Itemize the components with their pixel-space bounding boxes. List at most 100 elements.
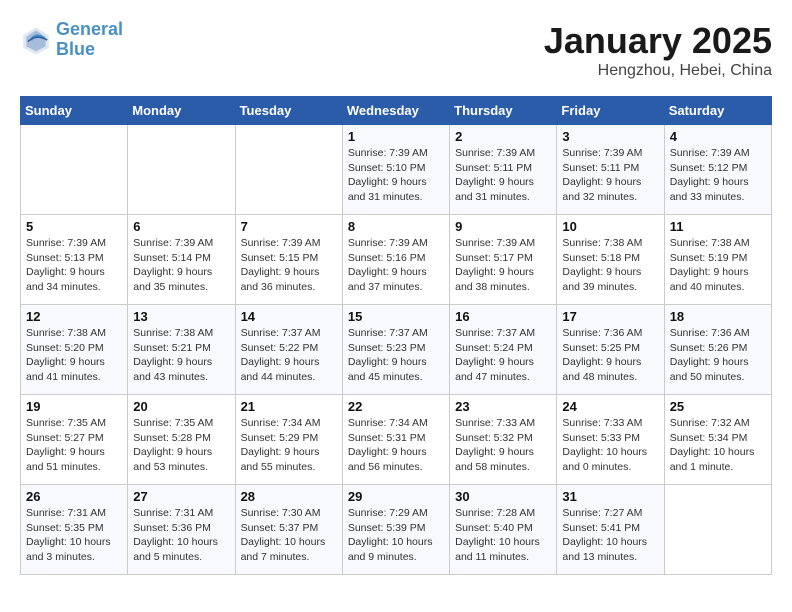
day-detail: Sunrise: 7:39 AM Sunset: 5:14 PM Dayligh…: [133, 236, 229, 295]
header-tuesday: Tuesday: [235, 97, 342, 125]
empty-cell: [664, 485, 771, 575]
day-number: 18: [670, 309, 766, 324]
calendar-table: SundayMondayTuesdayWednesdayThursdayFrid…: [20, 96, 772, 575]
day-detail: Sunrise: 7:35 AM Sunset: 5:27 PM Dayligh…: [26, 416, 122, 475]
day-cell-19: 19 Sunrise: 7:35 AM Sunset: 5:27 PM Dayli…: [21, 395, 128, 485]
day-cell-29: 29 Sunrise: 7:29 AM Sunset: 5:39 PM Dayli…: [342, 485, 449, 575]
day-cell-22: 22 Sunrise: 7:34 AM Sunset: 5:31 PM Dayli…: [342, 395, 449, 485]
day-number: 19: [26, 399, 122, 414]
day-number: 20: [133, 399, 229, 414]
day-detail: Sunrise: 7:34 AM Sunset: 5:31 PM Dayligh…: [348, 416, 444, 475]
logo-text: General Blue: [56, 20, 123, 60]
day-detail: Sunrise: 7:39 AM Sunset: 5:13 PM Dayligh…: [26, 236, 122, 295]
day-cell-23: 23Sunrise: 7:33 AM Sunset: 5:32 PM Dayli…: [450, 395, 557, 485]
header-wednesday: Wednesday: [342, 97, 449, 125]
day-cell-15: 15Sunrise: 7:37 AM Sunset: 5:23 PM Dayli…: [342, 305, 449, 395]
header-sunday: Sunday: [21, 97, 128, 125]
day-cell-20: 20 Sunrise: 7:35 AM Sunset: 5:28 PM Dayli…: [128, 395, 235, 485]
day-cell-26: 26 Sunrise: 7:31 AM Sunset: 5:35 PM Dayli…: [21, 485, 128, 575]
day-number: 3: [562, 129, 658, 144]
title-block: January 2025 Hengzhou, Hebei, China: [544, 20, 772, 80]
day-cell-25: 25 Sunrise: 7:32 AM Sunset: 5:34 PM Dayli…: [664, 395, 771, 485]
day-number: 12: [26, 309, 122, 324]
day-cell-14: 14 Sunrise: 7:37 AM Sunset: 5:22 PM Dayli…: [235, 305, 342, 395]
header-monday: Monday: [128, 97, 235, 125]
day-number: 21: [241, 399, 337, 414]
day-number: 5: [26, 219, 122, 234]
day-cell-21: 21 Sunrise: 7:34 AM Sunset: 5:29 PM Dayli…: [235, 395, 342, 485]
logo: General Blue: [20, 20, 123, 60]
day-cell-18: 18Sunrise: 7:36 AM Sunset: 5:26 PM Dayli…: [664, 305, 771, 395]
day-cell-4: 4Sunrise: 7:39 AM Sunset: 5:12 PM Daylig…: [664, 125, 771, 215]
day-number: 7: [241, 219, 337, 234]
day-number: 29: [348, 489, 444, 504]
day-detail: Sunrise: 7:39 AM Sunset: 5:15 PM Dayligh…: [241, 236, 337, 295]
day-number: 24: [562, 399, 658, 414]
empty-cell: [235, 125, 342, 215]
day-number: 31: [562, 489, 658, 504]
day-number: 15: [348, 309, 444, 324]
day-detail: Sunrise: 7:31 AM Sunset: 5:35 PM Dayligh…: [26, 506, 122, 565]
week-row-1: 1 Sunrise: 7:39 AM Sunset: 5:10 PM Daylig…: [21, 125, 772, 215]
day-detail: Sunrise: 7:28 AM Sunset: 5:40 PM Dayligh…: [455, 506, 551, 565]
day-cell-31: 31Sunrise: 7:27 AM Sunset: 5:41 PM Dayli…: [557, 485, 664, 575]
day-detail: Sunrise: 7:39 AM Sunset: 5:16 PM Dayligh…: [348, 236, 444, 295]
day-number: 10: [562, 219, 658, 234]
day-cell-7: 7 Sunrise: 7:39 AM Sunset: 5:15 PM Daylig…: [235, 215, 342, 305]
week-row-5: 26 Sunrise: 7:31 AM Sunset: 5:35 PM Dayli…: [21, 485, 772, 575]
page-header: General Blue January 2025 Hengzhou, Hebe…: [20, 20, 772, 80]
day-detail: Sunrise: 7:39 AM Sunset: 5:11 PM Dayligh…: [455, 146, 551, 205]
empty-cell: [21, 125, 128, 215]
day-cell-13: 13 Sunrise: 7:38 AM Sunset: 5:21 PM Dayli…: [128, 305, 235, 395]
day-detail: Sunrise: 7:38 AM Sunset: 5:20 PM Dayligh…: [26, 326, 122, 385]
day-detail: Sunrise: 7:35 AM Sunset: 5:28 PM Dayligh…: [133, 416, 229, 475]
day-cell-28: 28Sunrise: 7:30 AM Sunset: 5:37 PM Dayli…: [235, 485, 342, 575]
day-detail: Sunrise: 7:34 AM Sunset: 5:29 PM Dayligh…: [241, 416, 337, 475]
day-number: 9: [455, 219, 551, 234]
day-number: 16: [455, 309, 551, 324]
day-number: 26: [26, 489, 122, 504]
day-detail: Sunrise: 7:32 AM Sunset: 5:34 PM Dayligh…: [670, 416, 766, 475]
day-number: 2: [455, 129, 551, 144]
day-detail: Sunrise: 7:37 AM Sunset: 5:22 PM Dayligh…: [241, 326, 337, 385]
week-row-4: 19 Sunrise: 7:35 AM Sunset: 5:27 PM Dayli…: [21, 395, 772, 485]
week-row-2: 5 Sunrise: 7:39 AM Sunset: 5:13 PM Daylig…: [21, 215, 772, 305]
day-number: 22: [348, 399, 444, 414]
header-thursday: Thursday: [450, 97, 557, 125]
day-detail: Sunrise: 7:31 AM Sunset: 5:36 PM Dayligh…: [133, 506, 229, 565]
day-detail: Sunrise: 7:38 AM Sunset: 5:21 PM Dayligh…: [133, 326, 229, 385]
day-number: 1: [348, 129, 444, 144]
header-saturday: Saturday: [664, 97, 771, 125]
day-detail: Sunrise: 7:39 AM Sunset: 5:10 PM Dayligh…: [348, 146, 444, 205]
day-number: 13: [133, 309, 229, 324]
empty-cell: [128, 125, 235, 215]
day-number: 27: [133, 489, 229, 504]
day-number: 6: [133, 219, 229, 234]
day-cell-16: 16Sunrise: 7:37 AM Sunset: 5:24 PM Dayli…: [450, 305, 557, 395]
day-cell-1: 1 Sunrise: 7:39 AM Sunset: 5:10 PM Daylig…: [342, 125, 449, 215]
day-cell-5: 5 Sunrise: 7:39 AM Sunset: 5:13 PM Daylig…: [21, 215, 128, 305]
day-detail: Sunrise: 7:38 AM Sunset: 5:18 PM Dayligh…: [562, 236, 658, 295]
day-cell-2: 2 Sunrise: 7:39 AM Sunset: 5:11 PM Daylig…: [450, 125, 557, 215]
day-cell-9: 9Sunrise: 7:39 AM Sunset: 5:17 PM Daylig…: [450, 215, 557, 305]
header-friday: Friday: [557, 97, 664, 125]
day-number: 25: [670, 399, 766, 414]
day-cell-27: 27 Sunrise: 7:31 AM Sunset: 5:36 PM Dayli…: [128, 485, 235, 575]
day-cell-10: 10 Sunrise: 7:38 AM Sunset: 5:18 PM Dayli…: [557, 215, 664, 305]
day-cell-3: 3Sunrise: 7:39 AM Sunset: 5:11 PM Daylig…: [557, 125, 664, 215]
day-detail: Sunrise: 7:36 AM Sunset: 5:25 PM Dayligh…: [562, 326, 658, 385]
day-detail: Sunrise: 7:30 AM Sunset: 5:37 PM Dayligh…: [241, 506, 337, 565]
day-number: 23: [455, 399, 551, 414]
day-cell-30: 30Sunrise: 7:28 AM Sunset: 5:40 PM Dayli…: [450, 485, 557, 575]
day-number: 4: [670, 129, 766, 144]
week-row-3: 12 Sunrise: 7:38 AM Sunset: 5:20 PM Dayli…: [21, 305, 772, 395]
day-detail: Sunrise: 7:29 AM Sunset: 5:39 PM Dayligh…: [348, 506, 444, 565]
day-detail: Sunrise: 7:33 AM Sunset: 5:33 PM Dayligh…: [562, 416, 658, 475]
day-number: 14: [241, 309, 337, 324]
day-number: 8: [348, 219, 444, 234]
day-number: 17: [562, 309, 658, 324]
day-cell-8: 8 Sunrise: 7:39 AM Sunset: 5:16 PM Daylig…: [342, 215, 449, 305]
day-cell-6: 6 Sunrise: 7:39 AM Sunset: 5:14 PM Daylig…: [128, 215, 235, 305]
day-cell-12: 12 Sunrise: 7:38 AM Sunset: 5:20 PM Dayli…: [21, 305, 128, 395]
day-cell-24: 24 Sunrise: 7:33 AM Sunset: 5:33 PM Dayli…: [557, 395, 664, 485]
